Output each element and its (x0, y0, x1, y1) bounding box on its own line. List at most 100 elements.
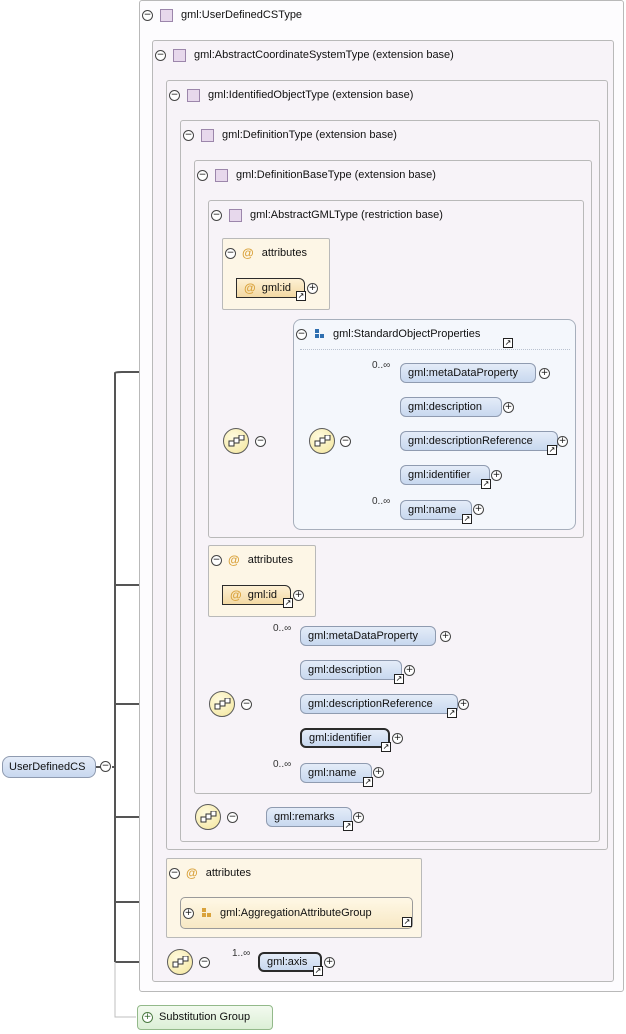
expand-icon[interactable]: + (539, 368, 550, 379)
element-name: gml:axis (267, 956, 308, 968)
link-icon[interactable]: ↗ (394, 674, 404, 684)
collapse-icon[interactable]: − (296, 328, 307, 340)
element-identifier[interactable]: gml:identifier (400, 465, 490, 485)
link-icon[interactable]: ↗ (462, 514, 472, 524)
expand-icon[interactable]: + (324, 957, 335, 968)
expand-icon[interactable]: + (353, 812, 364, 823)
element-name[interactable]: gml:name (300, 763, 372, 783)
type-label: gml:AbstractGMLType (restriction base) (250, 209, 443, 221)
link-icon[interactable]: ↗ (296, 291, 306, 301)
collapse-icon[interactable]: − (183, 129, 194, 141)
expand-icon[interactable]: + (142, 1011, 153, 1023)
expand-icon[interactable]: + (473, 504, 484, 515)
element-name: gml:descriptionReference (308, 698, 433, 710)
abstract-cs-type-header: − gml:AbstractCoordinateSystemType (exten… (155, 48, 454, 62)
attributes-label: attributes (247, 554, 293, 566)
sequence-icon[interactable] (209, 691, 235, 717)
attribute-icon: @ (230, 588, 242, 603)
element-description[interactable]: gml:description (300, 660, 402, 680)
collapse-icon[interactable]: − (155, 49, 166, 61)
type-icon (201, 128, 214, 142)
element-identifier[interactable]: gml:identifier (300, 728, 390, 748)
link-icon[interactable]: ↗ (447, 708, 457, 718)
collapse-icon[interactable]: − (227, 812, 238, 823)
expand-icon[interactable]: + (404, 665, 415, 676)
collapse-icon[interactable]: − (199, 957, 210, 968)
attribute-name: gml:id (261, 282, 292, 294)
expand-icon[interactable]: + (307, 283, 318, 294)
gml-id-attribute[interactable]: @ gml:id (236, 278, 305, 298)
collapse-icon[interactable]: − (225, 247, 236, 259)
attributes-header: − @ attributes (211, 553, 293, 567)
link-icon[interactable]: ↗ (481, 479, 491, 489)
attributes-label: attributes (261, 247, 307, 259)
expand-icon[interactable]: + (458, 699, 469, 710)
expand-icon[interactable]: + (373, 767, 384, 778)
aggregation-attribute-group-header: + gml:AggregationAttributeGroup (183, 906, 372, 920)
sequence-icon[interactable] (167, 949, 193, 975)
element-meta-data-property[interactable]: gml:metaDataProperty (400, 363, 536, 383)
substitution-group[interactable]: + Substitution Group (137, 1005, 273, 1030)
element-name: gml:identifier (309, 732, 372, 744)
gml-id-attribute[interactable]: @ gml:id (222, 585, 291, 605)
element-name-label: gml:name (408, 504, 457, 516)
expand-icon[interactable]: + (392, 733, 403, 744)
element-description-reference[interactable]: gml:descriptionReference (300, 694, 458, 714)
aggregation-attribute-group[interactable]: + gml:AggregationAttributeGroup ↗ (180, 897, 413, 929)
expand-icon[interactable]: + (503, 402, 514, 413)
collapse-icon[interactable]: − (197, 169, 208, 181)
substitution-group-label: Substitution Group (159, 1011, 251, 1023)
occurrence-label: 0..∞ (273, 623, 292, 634)
collapse-icon[interactable]: − (211, 209, 222, 221)
element-description-reference[interactable]: gml:descriptionReference (400, 431, 558, 451)
element-name: gml:identifier (408, 469, 471, 481)
attribute-icon: @ (242, 246, 254, 261)
collapse-icon[interactable]: − (340, 436, 351, 447)
link-icon[interactable]: ↗ (343, 821, 353, 831)
root-element-user-defined-cs[interactable]: UserDefinedCS (2, 756, 96, 778)
standard-object-properties-box (293, 319, 576, 530)
expand-icon[interactable]: + (557, 436, 568, 447)
type-icon (229, 208, 242, 222)
attribute-name: gml:id (247, 589, 278, 601)
link-icon[interactable]: ↗ (503, 338, 513, 348)
collapse-icon[interactable]: − (169, 867, 180, 879)
definition-base-type-header: − gml:DefinitionBaseType (extension base) (197, 168, 436, 182)
element-name: gml:metaDataProperty (408, 367, 519, 379)
collapse-icon[interactable]: − (169, 89, 180, 101)
element-name-label: gml:name (308, 767, 357, 779)
collapse-icon[interactable]: − (142, 9, 153, 21)
expand-icon[interactable]: + (183, 907, 194, 919)
collapse-icon[interactable]: − (211, 554, 222, 566)
collapse-icon[interactable]: − (100, 761, 111, 772)
root-element-label: UserDefinedCS (9, 761, 86, 773)
element-description[interactable]: gml:description (400, 397, 502, 417)
occurrence-label: 1..∞ (232, 948, 251, 959)
identified-object-type-header: − gml:IdentifiedObjectType (extension bas… (169, 88, 413, 102)
sequence-icon[interactable] (195, 804, 221, 830)
link-icon[interactable]: ↗ (402, 917, 412, 927)
attribute-group-label: gml:AggregationAttributeGroup (220, 907, 372, 919)
expand-icon[interactable]: + (491, 470, 502, 481)
sequence-icon[interactable] (309, 428, 335, 454)
collapse-icon[interactable]: − (241, 699, 252, 710)
link-icon[interactable]: ↗ (381, 742, 391, 752)
link-icon[interactable]: ↗ (363, 777, 373, 787)
type-label: gml:AbstractCoordinateSystemType (extens… (194, 49, 454, 61)
attribute-icon: @ (186, 866, 198, 881)
link-icon[interactable]: ↗ (547, 445, 557, 455)
element-meta-data-property[interactable]: gml:metaDataProperty (300, 626, 436, 646)
group-icon (315, 329, 325, 339)
attributes-header: − @ attributes (225, 246, 307, 260)
type-icon (160, 8, 173, 22)
collapse-icon[interactable]: − (255, 436, 266, 447)
expand-icon[interactable]: + (440, 631, 451, 642)
link-icon[interactable]: ↗ (283, 598, 293, 608)
element-remarks[interactable]: gml:remarks (266, 807, 352, 827)
sequence-icon[interactable] (223, 428, 249, 454)
occurrence-label: 0..∞ (273, 759, 292, 770)
element-name: gml:remarks (274, 811, 335, 823)
type-label: gml:DefinitionBaseType (extension base) (236, 169, 436, 181)
expand-icon[interactable]: + (293, 590, 304, 601)
link-icon[interactable]: ↗ (313, 966, 323, 976)
